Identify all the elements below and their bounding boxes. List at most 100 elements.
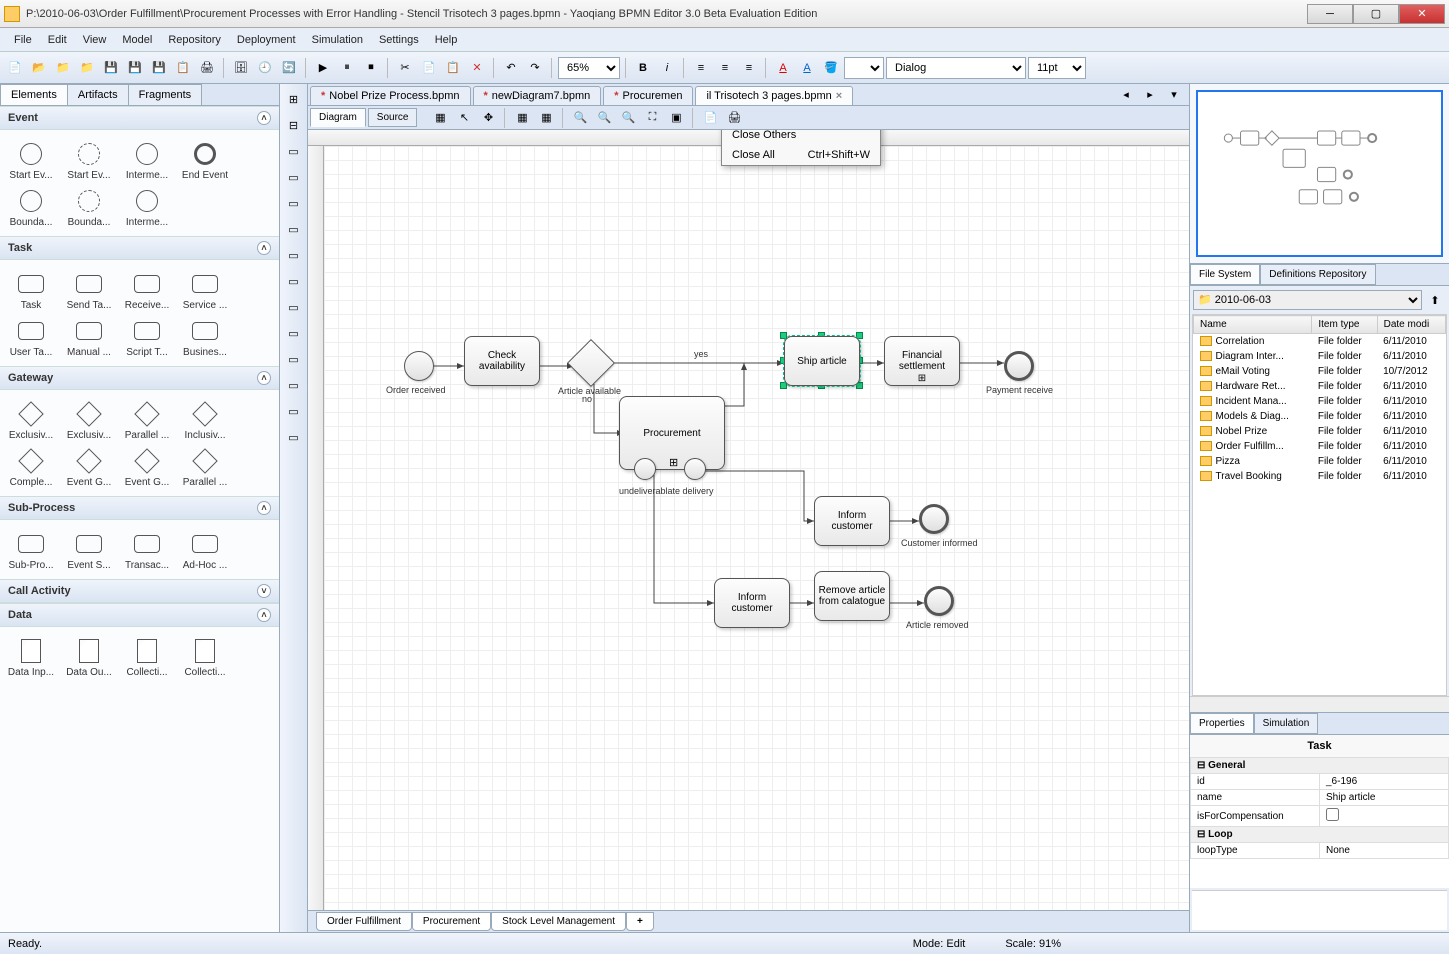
document-tab[interactable]: *Procuremen — [603, 86, 693, 105]
mt-zoomout-icon[interactable]: 🔍 — [593, 107, 615, 129]
palette-item[interactable]: Start Ev... — [2, 136, 60, 183]
fs-row[interactable]: Diagram Inter...File folder6/11/2010 — [1194, 349, 1446, 364]
bpmn-event-end[interactable] — [1004, 351, 1034, 381]
vt-6-icon[interactable]: ▭ — [283, 218, 305, 240]
fs-row[interactable]: Models & Diag...File folder6/11/2010 — [1194, 409, 1446, 424]
mt-crop-icon[interactable]: ▦ — [429, 107, 451, 129]
ctx-close-others[interactable]: Close Others — [722, 130, 880, 145]
close-tab-icon[interactable]: × — [836, 90, 842, 102]
play-icon[interactable]: ▶ — [312, 57, 334, 79]
tab-source[interactable]: Source — [368, 108, 418, 127]
chevron-icon[interactable]: ˅ — [257, 584, 271, 598]
bpmn-task[interactable]: Remove article from calatogue — [814, 571, 890, 621]
close-button[interactable]: ✕ — [1399, 4, 1445, 24]
prop-row[interactable]: isForCompensation — [1191, 806, 1449, 827]
menu-simulation[interactable]: Simulation — [304, 31, 371, 49]
palette-tab-elements[interactable]: Elements — [0, 84, 68, 105]
mt-actual-icon[interactable]: ▣ — [665, 107, 687, 129]
bpmn-task[interactable]: Inform customer — [714, 578, 790, 628]
bpmn-event-end[interactable] — [919, 504, 949, 534]
fs-tab[interactable]: File System — [1190, 264, 1260, 285]
stop-icon[interactable]: ⏹ — [360, 57, 382, 79]
vt-9-icon[interactable]: ▭ — [283, 296, 305, 318]
path-select[interactable]: 📁 2010-06-03 — [1193, 290, 1422, 310]
zoom-select[interactable]: 65% — [558, 57, 620, 79]
document-tab[interactable]: *Nobel Prize Process.bpmn — [310, 86, 471, 105]
palette-section-gateway[interactable]: Gateway˄ — [0, 366, 279, 390]
cut-icon[interactable]: ✂ — [394, 57, 416, 79]
palette-item[interactable]: Bounda... — [60, 183, 118, 230]
vt-5-icon[interactable]: ▭ — [283, 192, 305, 214]
palette-item[interactable]: Ad-Hoc ... — [176, 526, 234, 573]
redo-icon[interactable]: ↷ — [524, 57, 546, 79]
palette-item[interactable]: Exclusiv... — [2, 396, 60, 443]
palette-item[interactable]: Start Ev... — [60, 136, 118, 183]
bpmn-task[interactable]: Check availability — [464, 336, 540, 386]
fill-color-icon[interactable]: 🪣 — [820, 57, 842, 79]
prop-group[interactable]: ⊟ General — [1191, 758, 1449, 774]
copy-icon[interactable]: 📄 — [418, 57, 440, 79]
vt-1-icon[interactable]: ⊞ — [283, 88, 305, 110]
prop-checkbox[interactable] — [1326, 808, 1339, 821]
fs-row[interactable]: Travel BookingFile folder6/11/2010 — [1194, 469, 1446, 484]
bpmn-event[interactable] — [404, 351, 434, 381]
stroke-color-icon[interactable]: A — [796, 57, 818, 79]
palette-item[interactable]: Collecti... — [118, 633, 176, 680]
palette-item[interactable]: Task — [2, 266, 60, 313]
palette-item[interactable]: End Event — [176, 136, 234, 183]
bpmn-gateway[interactable] — [567, 339, 615, 387]
palette-item[interactable]: Busines... — [176, 313, 234, 360]
bold-icon[interactable]: B — [632, 57, 654, 79]
palette-section-sub-process[interactable]: Sub-Process˄ — [0, 496, 279, 520]
menu-edit[interactable]: Edit — [40, 31, 75, 49]
mt-grid2-icon[interactable]: ▦ — [535, 107, 557, 129]
saveall-icon[interactable]: 💾 — [124, 57, 146, 79]
folder2-icon[interactable]: 📁 — [76, 57, 98, 79]
palette-item[interactable]: Comple... — [2, 443, 60, 490]
chevron-icon[interactable]: ˄ — [257, 111, 271, 125]
palette-section-data[interactable]: Data˄ — [0, 603, 279, 627]
chevron-icon[interactable]: ˄ — [257, 241, 271, 255]
boundary-event[interactable] — [684, 458, 706, 480]
bpmn-task[interactable]: Ship article — [784, 336, 860, 386]
minimap[interactable] — [1196, 90, 1443, 257]
tab-prev-icon[interactable]: ◂ — [1115, 84, 1137, 105]
fs-col-header[interactable]: Date modi — [1377, 316, 1445, 334]
palette-item[interactable]: Manual ... — [60, 313, 118, 360]
up-folder-icon[interactable]: ⬆ — [1424, 289, 1446, 311]
vt-13-icon[interactable]: ▭ — [283, 400, 305, 422]
palette-item[interactable]: Event G... — [60, 443, 118, 490]
fs-tab[interactable]: Definitions Repository — [1260, 264, 1375, 285]
fs-row[interactable]: Hardware Ret...File folder6/11/2010 — [1194, 379, 1446, 394]
vt-7-icon[interactable]: ▭ — [283, 244, 305, 266]
prop-tab[interactable]: Simulation — [1254, 713, 1319, 734]
pause-icon[interactable]: ⏸ — [336, 57, 358, 79]
mt-fit-icon[interactable]: ⛶ — [641, 107, 663, 129]
sheet-tab[interactable]: Order Fulfillment — [316, 912, 412, 931]
bpmn-task[interactable]: Financial settlement⊞ — [884, 336, 960, 386]
document-tab[interactable]: *newDiagram7.bpmn — [473, 86, 602, 105]
vt-11-icon[interactable]: ▭ — [283, 348, 305, 370]
color-select[interactable] — [844, 57, 884, 79]
menu-help[interactable]: Help — [427, 31, 466, 49]
open-icon[interactable]: 📂 — [28, 57, 50, 79]
palette-section-event[interactable]: Event˄ — [0, 106, 279, 130]
tab-diagram[interactable]: Diagram — [310, 108, 366, 127]
menu-repository[interactable]: Repository — [160, 31, 229, 49]
paste-icon[interactable]: 📋 — [442, 57, 464, 79]
refresh-icon[interactable]: 🔄 — [278, 57, 300, 79]
chevron-icon[interactable]: ˄ — [257, 501, 271, 515]
palette-item[interactable]: Event G... — [118, 443, 176, 490]
fs-row[interactable]: CorrelationFile folder6/11/2010 — [1194, 334, 1446, 350]
save-icon[interactable]: 💾 — [100, 57, 122, 79]
prop-tab[interactable]: Properties — [1190, 713, 1254, 734]
palette-item[interactable]: Parallel ... — [176, 443, 234, 490]
fs-scrollbar[interactable] — [1190, 696, 1449, 712]
mt-print-icon[interactable]: 🖨 — [723, 107, 745, 129]
palette-item[interactable]: Data Ou... — [60, 633, 118, 680]
mt-move-icon[interactable]: ✥ — [477, 107, 499, 129]
history-icon[interactable]: 🕘 — [254, 57, 276, 79]
palette-item[interactable]: Parallel ... — [118, 396, 176, 443]
vt-10-icon[interactable]: ▭ — [283, 322, 305, 344]
document-tab[interactable]: il Trisotech 3 pages.bpmn× — [695, 86, 853, 105]
